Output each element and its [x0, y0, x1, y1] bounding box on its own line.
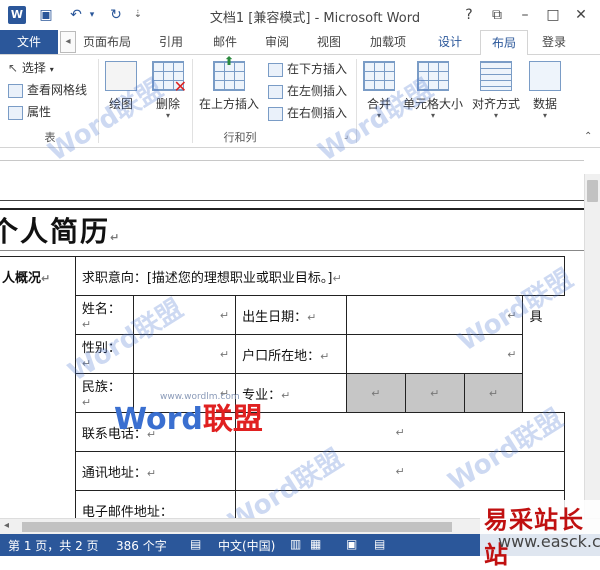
header-rule [0, 200, 584, 201]
insert-left-icon [268, 84, 283, 99]
insert-above-icon: ⬆ [213, 54, 245, 91]
word-logo-icon: W [8, 6, 26, 24]
insert-below-button[interactable]: 在下方插入 [268, 59, 347, 79]
insert-above-button[interactable]: ⬆ 在上方插入 [198, 54, 260, 112]
tab-mailings[interactable]: 邮件 [204, 30, 246, 54]
insert-right-icon [268, 106, 283, 121]
vertical-scrollbar[interactable] [584, 174, 600, 518]
tab-scroll-left-icon[interactable]: ◂ [60, 31, 76, 53]
help-button[interactable]: ? [456, 4, 482, 26]
chevron-down-icon: ▾ [165, 111, 170, 120]
language-indicator[interactable]: 中文(中国) [218, 537, 275, 554]
restore-button[interactable]: □ [540, 4, 566, 26]
tab-design[interactable]: 设计 [428, 30, 472, 54]
address-label-cell[interactable]: 通讯地址：↵ [74, 451, 237, 491]
save-icon[interactable]: ▣ [36, 5, 56, 25]
data-icon [529, 61, 561, 91]
tab-file[interactable]: 文件 [0, 30, 58, 54]
undo-icon[interactable]: ↶ [66, 5, 86, 25]
group-label-rows-columns: 行和列 [223, 131, 257, 144]
redo-icon[interactable]: ↻ [106, 5, 126, 25]
scrollbar-thumb[interactable] [587, 180, 598, 202]
tab-review[interactable]: 审阅 [256, 30, 298, 54]
web-layout-icon[interactable]: ▤ [374, 537, 385, 551]
undo-dropdown-icon[interactable]: ▾ [86, 5, 98, 25]
proofing-icon[interactable]: ▤ [190, 537, 201, 551]
watermark-logo: Word联盟 [114, 402, 263, 437]
alignment-button[interactable]: 对齐方式 ▾ [470, 61, 522, 120]
properties-button[interactable]: 属性 [8, 102, 51, 122]
print-layout-icon[interactable]: ▣ [346, 537, 357, 551]
ribbon-display-options-button[interactable]: ⧉ [484, 4, 510, 26]
insert-left-button[interactable]: 在左侧插入 [268, 81, 347, 101]
chevron-down-icon: ▾ [493, 111, 498, 120]
tab-layout[interactable]: 布局 [480, 30, 528, 56]
view-gridlines-button[interactable]: 查看网格线 [8, 80, 87, 100]
window-title: 文档1 [兼容模式] - Microsoft Word [209, 11, 421, 26]
tab-view[interactable]: 视图 [308, 30, 350, 54]
hukou-label-cell[interactable]: 户口所在地：↵ [235, 334, 347, 374]
tab-references[interactable]: 引用 [150, 30, 192, 54]
cursor-icon: ↖ [8, 61, 19, 75]
ribbon-tab-row: 文件 ◂ 页面布局 引用 邮件 审阅 视图 加载项 设计 布局 登录 [0, 30, 600, 83]
major-value-cell-selected[interactable]: ↵ [463, 373, 524, 413]
minimize-button[interactable]: – [512, 4, 538, 26]
chevron-down-icon: ▾ [542, 111, 547, 120]
site-watermark-badge: 易采站长站 www.easck.com [480, 500, 600, 569]
read-mode-icon[interactable]: ▦ [310, 537, 321, 551]
section-label-cell[interactable]: 人概况↵ [0, 256, 76, 530]
select-button[interactable]: ↖ 选择 ▾ [8, 58, 54, 78]
page-count[interactable]: 第 1 页，共 2 页 [8, 537, 99, 554]
sign-in-link[interactable]: 登录 [536, 30, 572, 54]
ribbon-separator [192, 59, 193, 143]
heading-rule [0, 250, 584, 251]
major-value-cell-selected[interactable]: ↵ [404, 373, 465, 413]
scroll-left-icon[interactable]: ◂ [4, 520, 9, 531]
major-value-cell-selected[interactable]: ↵ [345, 373, 406, 413]
scrollbar-thumb[interactable] [22, 522, 452, 532]
macro-icon[interactable]: ▥ [290, 537, 301, 551]
properties-icon [8, 105, 23, 120]
gridlines-icon [8, 83, 23, 98]
document-heading[interactable]: 个人简历↵ [0, 210, 121, 250]
close-button[interactable]: ✕ [568, 4, 594, 26]
customize-icon[interactable]: ⇣ [132, 5, 144, 25]
tab-page-layout[interactable]: 页面布局 [80, 30, 134, 54]
data-button[interactable]: 数据 ▾ [528, 61, 562, 120]
insert-below-icon [268, 62, 283, 77]
birthdate-label-cell[interactable]: 出生日期：↵ [235, 295, 347, 335]
word-count[interactable]: 386 个字 [116, 537, 167, 554]
alignment-icon [480, 61, 512, 91]
tab-addins[interactable]: 加载项 [362, 30, 414, 54]
objective-cell[interactable]: 求职意向：[描述您的理想职业或职业目标。]↵ [74, 256, 566, 296]
ruler-strip [0, 148, 600, 174]
collapse-ribbon-icon[interactable]: ⌃ [584, 131, 592, 142]
title-bar: W ▣ ↶ ▾ ↻ ⇣ 文档1 [兼容模式] - Microsoft Word … [0, 0, 600, 30]
